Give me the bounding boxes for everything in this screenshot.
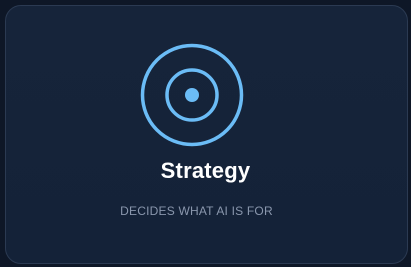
card-title: Strategy (160, 158, 251, 183)
card-subtitle: DECIDES WHAT AI IS FOR (120, 204, 273, 218)
target-icon (140, 43, 244, 147)
